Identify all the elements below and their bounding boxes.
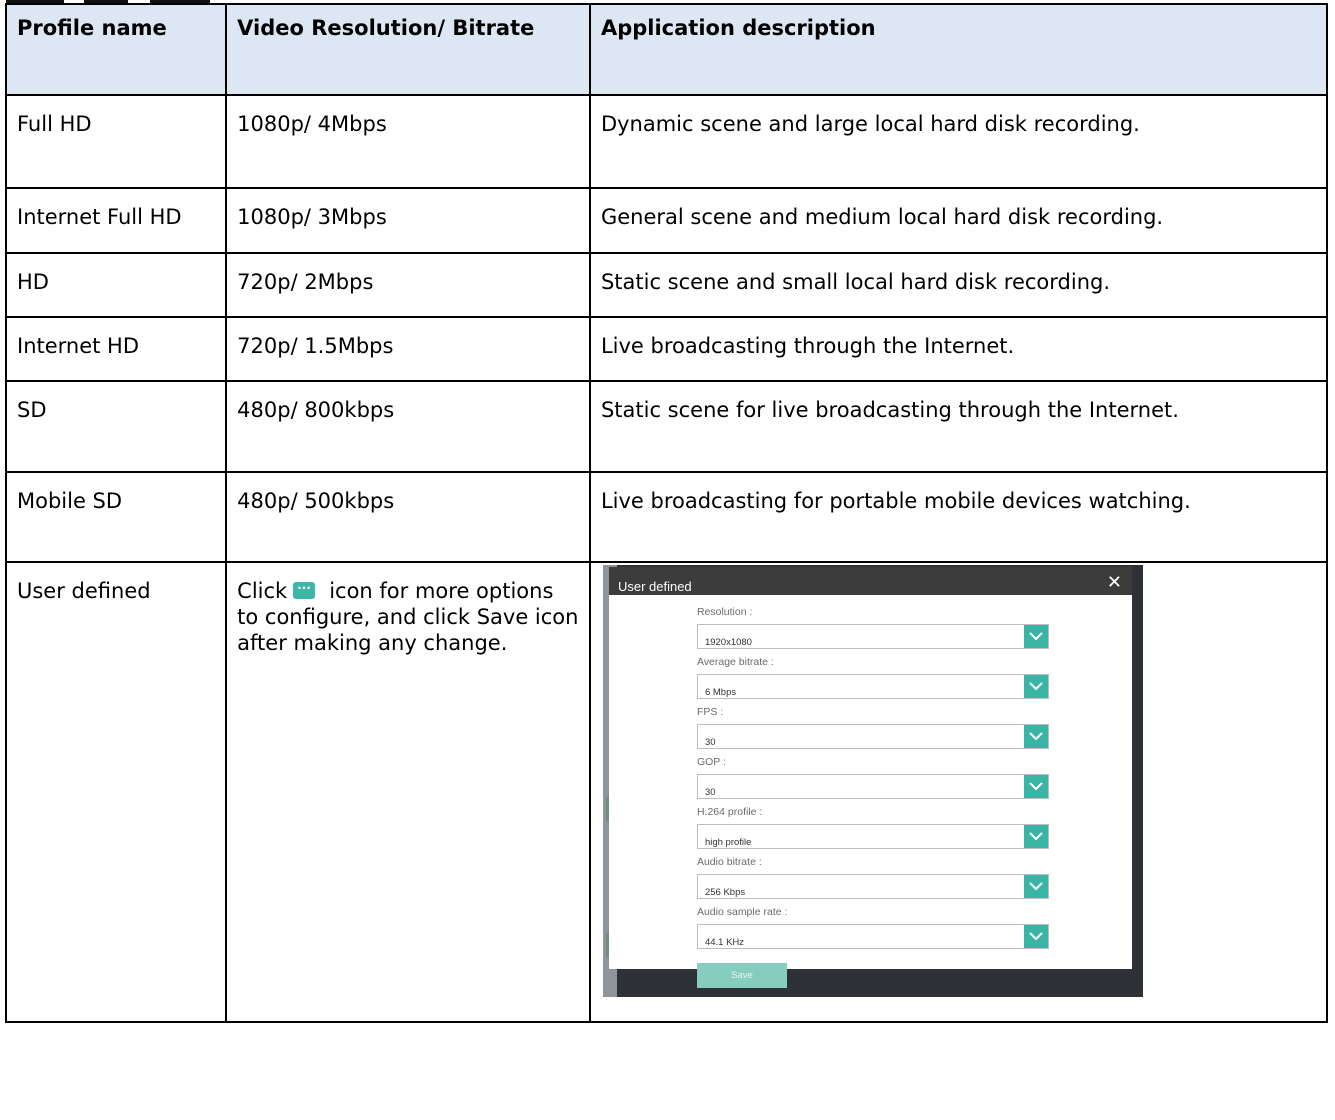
profile-table: Profile name Video Resolution/ Bitrate A… bbox=[4, 3, 1329, 1023]
field-label: H.264 profile : bbox=[696, 806, 763, 818]
select-value: 44.1 KHz bbox=[704, 937, 745, 948]
user-defined-instruction: Clickicon for more options to configure,… bbox=[225, 561, 591, 1023]
select-value: 30 bbox=[704, 737, 716, 748]
chevron-down-icon[interactable] bbox=[1023, 775, 1048, 798]
field-label: Average bitrate : bbox=[696, 656, 774, 668]
profile-name: Full HD bbox=[4, 94, 228, 189]
table-row: SD 480p/ 800kbps Static scene for live b… bbox=[4, 380, 1329, 473]
average-bitrate-field: Average bitrate : 6 Mbps bbox=[696, 655, 1049, 699]
profile-resolution: 720p/ 2Mbps bbox=[225, 252, 591, 318]
profile-name: Internet HD bbox=[4, 316, 228, 382]
chevron-down-icon[interactable] bbox=[1023, 825, 1048, 848]
select-value: 1920x1080 bbox=[704, 637, 752, 648]
dialog-screenshot-cell: User defined ✕ Resolution : 1920x1080 Av… bbox=[588, 561, 1329, 1023]
table-row: HD 720p/ 2Mbps Static scene and small lo… bbox=[4, 252, 1329, 318]
fps-field: FPS : 30 bbox=[696, 705, 1049, 749]
table-header-row: Profile name Video Resolution/ Bitrate A… bbox=[4, 3, 1329, 96]
audio-bitrate-select[interactable]: 256 Kbps bbox=[696, 874, 1049, 899]
profile-description: Static scene for live broadcasting throu… bbox=[588, 380, 1329, 473]
field-label: FPS : bbox=[696, 706, 724, 718]
profile-description: Live broadcasting through the Internet. bbox=[588, 316, 1329, 382]
select-value: 30 bbox=[704, 787, 716, 798]
chevron-down-icon[interactable] bbox=[1023, 875, 1048, 898]
profile-description: Dynamic scene and large local hard disk … bbox=[588, 94, 1329, 189]
profile-resolution: 480p/ 800kbps bbox=[225, 380, 591, 473]
resolution-select[interactable]: 1920x1080 bbox=[696, 624, 1049, 649]
field-label: Audio sample rate : bbox=[696, 906, 788, 918]
profile-resolution: 480p/ 500kbps bbox=[225, 471, 591, 563]
chevron-down-icon[interactable] bbox=[1023, 625, 1048, 648]
field-label: Resolution : bbox=[696, 606, 753, 618]
profile-name: Internet Full HD bbox=[4, 187, 228, 254]
chevron-down-icon[interactable] bbox=[1023, 925, 1048, 948]
table-row: Internet HD 720p/ 1.5Mbps Live broadcast… bbox=[4, 316, 1329, 382]
profile-resolution: 1080p/ 3Mbps bbox=[225, 187, 591, 254]
profile-name: HD bbox=[4, 252, 228, 318]
chevron-down-icon[interactable] bbox=[1023, 725, 1048, 748]
header-application-description: Application description bbox=[588, 3, 1329, 96]
dialog-header: User defined ✕ bbox=[608, 567, 1132, 596]
profile-name: SD bbox=[4, 380, 228, 473]
table-row: Mobile SD 480p/ 500kbps Live broadcastin… bbox=[4, 471, 1329, 563]
h264-profile-select[interactable]: high profile bbox=[696, 824, 1049, 849]
select-value: 256 Kbps bbox=[704, 887, 746, 898]
dialog-body: Resolution : 1920x1080 Average bitrate :… bbox=[608, 595, 1132, 988]
resolution-field: Resolution : 1920x1080 bbox=[696, 605, 1049, 649]
save-button[interactable]: Save bbox=[696, 963, 787, 988]
select-value: high profile bbox=[704, 837, 752, 848]
gop-select[interactable]: 30 bbox=[696, 774, 1049, 799]
chevron-down-icon[interactable] bbox=[1023, 675, 1048, 698]
instruction-text-end: icon for more options to configure, and … bbox=[237, 579, 579, 655]
profile-name: User defined bbox=[4, 561, 228, 1023]
dialog-screenshot: User defined ✕ Resolution : 1920x1080 Av… bbox=[602, 565, 1143, 997]
audio-sample-rate-field: Audio sample rate : 44.1 KHz bbox=[696, 905, 1049, 949]
audio-sample-rate-select[interactable]: 44.1 KHz bbox=[696, 924, 1049, 949]
profile-resolution: 1080p/ 4Mbps bbox=[225, 94, 591, 189]
h264-profile-field: H.264 profile : high profile bbox=[696, 805, 1049, 849]
profile-description: General scene and medium local hard disk… bbox=[588, 187, 1329, 254]
fps-select[interactable]: 30 bbox=[696, 724, 1049, 749]
profile-resolution: 720p/ 1.5Mbps bbox=[225, 316, 591, 382]
gop-field: GOP : 30 bbox=[696, 755, 1049, 799]
table-row: Internet Full HD 1080p/ 3Mbps General sc… bbox=[4, 187, 1329, 254]
table-row-user-defined: User defined Clickicon for more options … bbox=[4, 561, 1329, 1023]
field-label: GOP : bbox=[696, 756, 726, 768]
header-video-resolution: Video Resolution/ Bitrate bbox=[225, 3, 591, 96]
instruction-text-start: Click bbox=[237, 579, 288, 603]
profile-name: Mobile SD bbox=[4, 471, 228, 563]
select-value: 6 Mbps bbox=[704, 687, 737, 698]
audio-bitrate-field: Audio bitrate : 256 Kbps bbox=[696, 855, 1049, 899]
average-bitrate-select[interactable]: 6 Mbps bbox=[696, 674, 1049, 699]
field-label: Audio bitrate : bbox=[696, 856, 762, 868]
user-defined-dialog: User defined ✕ Resolution : 1920x1080 Av… bbox=[608, 567, 1132, 988]
more-options-icon bbox=[293, 582, 316, 599]
profile-description: Live broadcasting for portable mobile de… bbox=[588, 471, 1329, 563]
table-row: Full HD 1080p/ 4Mbps Dynamic scene and l… bbox=[4, 94, 1329, 189]
profile-description: Static scene and small local hard disk r… bbox=[588, 252, 1329, 318]
header-profile-name: Profile name bbox=[4, 3, 228, 96]
close-icon[interactable]: ✕ bbox=[1107, 570, 1122, 596]
